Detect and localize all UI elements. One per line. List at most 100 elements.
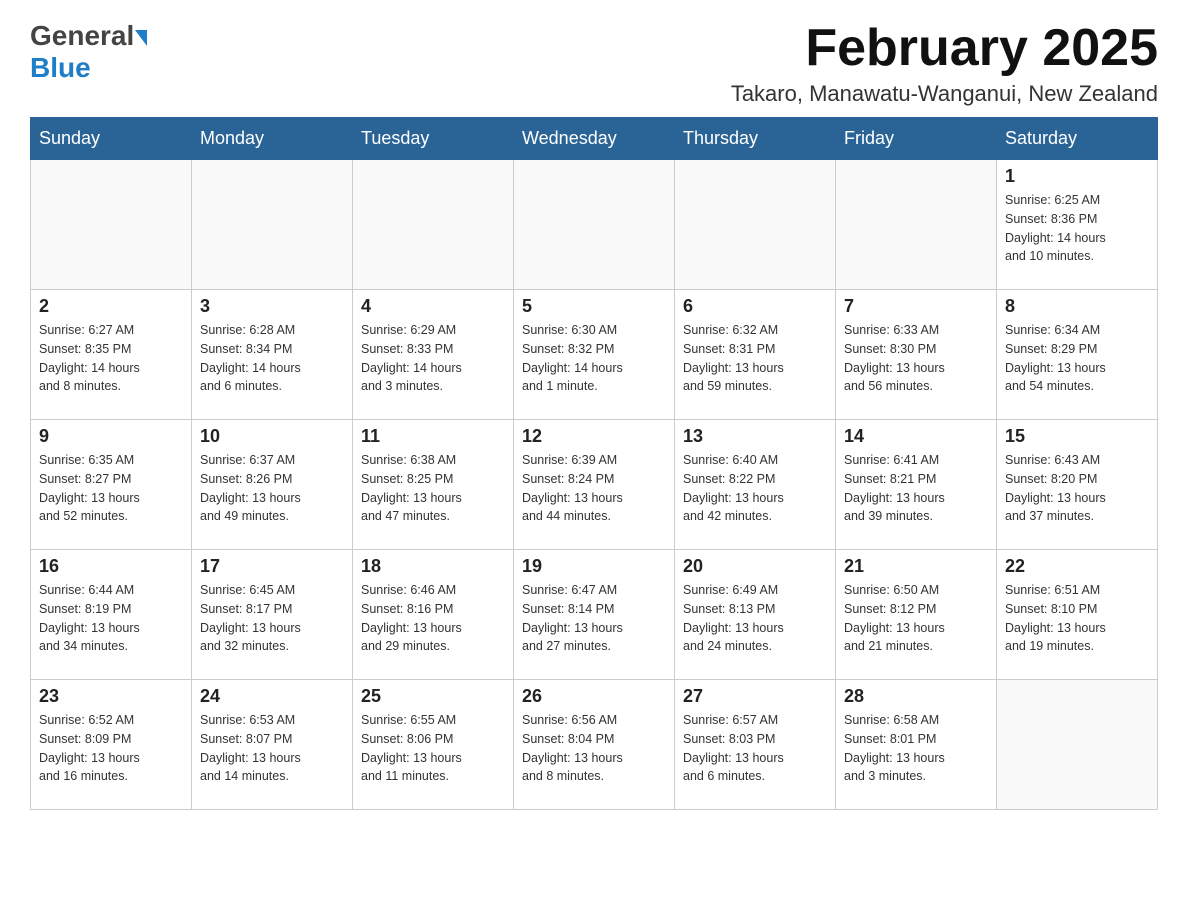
calendar-cell [836,160,997,290]
calendar-cell: 2 Sunrise: 6:27 AMSunset: 8:35 PMDaylight… [31,290,192,420]
day-number: 22 [1005,556,1149,577]
calendar-cell: 4 Sunrise: 6:29 AMSunset: 8:33 PMDaylight… [353,290,514,420]
day-number: 8 [1005,296,1149,317]
week-row-3: 9Sunrise: 6:35 AMSunset: 8:27 PMDaylight… [31,420,1158,550]
day-info: Sunrise: 6:56 AMSunset: 8:04 PMDaylight:… [522,711,666,786]
location-subtitle: Takaro, Manawatu-Wanganui, New Zealand [731,81,1158,107]
week-row-4: 16 Sunrise: 6:44 AMSunset: 8:19 PMDayligh… [31,550,1158,680]
day-info: Sunrise: 6:57 AMSunset: 8:03 PMDaylight:… [683,711,827,786]
day-info: Sunrise: 6:43 AMSunset: 8:20 PMDaylight:… [1005,451,1149,526]
day-number: 1 [1005,166,1149,187]
day-number: 28 [844,686,988,707]
day-info: Sunrise: 6:35 AMSunset: 8:27 PMDaylight:… [39,451,183,526]
day-number: 15 [1005,426,1149,447]
calendar-header: SundayMondayTuesdayWednesdayThursdayFrid… [31,118,1158,160]
day-number: 5 [522,296,666,317]
calendar-cell: 18 Sunrise: 6:46 AMSunset: 8:16 PMDayligh… [353,550,514,680]
days-of-week-row: SundayMondayTuesdayWednesdayThursdayFrid… [31,118,1158,160]
day-number: 11 [361,426,505,447]
day-number: 20 [683,556,827,577]
calendar-cell: 17 Sunrise: 6:45 AMSunset: 8:17 PMDayligh… [192,550,353,680]
day-number: 3 [200,296,344,317]
day-number: 18 [361,556,505,577]
logo-triangle-icon [135,30,147,46]
day-info: Sunrise: 6:38 AMSunset: 8:25 PMDaylight:… [361,451,505,526]
day-number: 24 [200,686,344,707]
calendar-cell: 8 Sunrise: 6:34 AMSunset: 8:29 PMDaylight… [997,290,1158,420]
day-info: Sunrise: 6:44 AMSunset: 8:19 PMDaylight:… [39,581,183,656]
title-block: February 2025 Takaro, Manawatu-Wanganui,… [731,20,1158,107]
calendar-cell: 5 Sunrise: 6:30 AMSunset: 8:32 PMDaylight… [514,290,675,420]
day-header-tuesday: Tuesday [353,118,514,160]
week-row-2: 2 Sunrise: 6:27 AMSunset: 8:35 PMDaylight… [31,290,1158,420]
calendar-cell: 20Sunrise: 6:49 AMSunset: 8:13 PMDayligh… [675,550,836,680]
day-header-friday: Friday [836,118,997,160]
logo-general-text: General [30,20,134,52]
calendar-cell: 21 Sunrise: 6:50 AMSunset: 8:12 PMDayligh… [836,550,997,680]
day-number: 13 [683,426,827,447]
day-number: 14 [844,426,988,447]
calendar-cell: 26 Sunrise: 6:56 AMSunset: 8:04 PMDayligh… [514,680,675,810]
day-info: Sunrise: 6:28 AMSunset: 8:34 PMDaylight:… [200,321,344,396]
calendar-cell: 9Sunrise: 6:35 AMSunset: 8:27 PMDaylight… [31,420,192,550]
day-number: 16 [39,556,183,577]
calendar-cell: 11 Sunrise: 6:38 AMSunset: 8:25 PMDayligh… [353,420,514,550]
day-info: Sunrise: 6:40 AMSunset: 8:22 PMDaylight:… [683,451,827,526]
calendar-cell: 28Sunrise: 6:58 AMSunset: 8:01 PMDayligh… [836,680,997,810]
day-number: 17 [200,556,344,577]
day-number: 4 [361,296,505,317]
calendar-cell [353,160,514,290]
logo: General Blue [30,20,147,84]
day-number: 27 [683,686,827,707]
day-info: Sunrise: 6:52 AMSunset: 8:09 PMDaylight:… [39,711,183,786]
calendar-cell: 12Sunrise: 6:39 AMSunset: 8:24 PMDayligh… [514,420,675,550]
calendar-cell: 24 Sunrise: 6:53 AMSunset: 8:07 PMDayligh… [192,680,353,810]
calendar-cell [514,160,675,290]
calendar-cell: 23 Sunrise: 6:52 AMSunset: 8:09 PMDayligh… [31,680,192,810]
day-info: Sunrise: 6:55 AMSunset: 8:06 PMDaylight:… [361,711,505,786]
day-header-wednesday: Wednesday [514,118,675,160]
day-info: Sunrise: 6:50 AMSunset: 8:12 PMDaylight:… [844,581,988,656]
day-number: 19 [522,556,666,577]
day-info: Sunrise: 6:29 AMSunset: 8:33 PMDaylight:… [361,321,505,396]
day-info: Sunrise: 6:34 AMSunset: 8:29 PMDaylight:… [1005,321,1149,396]
day-number: 25 [361,686,505,707]
day-number: 26 [522,686,666,707]
calendar-cell: 13 Sunrise: 6:40 AMSunset: 8:22 PMDayligh… [675,420,836,550]
calendar-cell: 16 Sunrise: 6:44 AMSunset: 8:19 PMDayligh… [31,550,192,680]
calendar-cell [192,160,353,290]
day-info: Sunrise: 6:30 AMSunset: 8:32 PMDaylight:… [522,321,666,396]
day-number: 7 [844,296,988,317]
day-info: Sunrise: 6:46 AMSunset: 8:16 PMDaylight:… [361,581,505,656]
week-row-1: 1 Sunrise: 6:25 AMSunset: 8:36 PMDaylight… [31,160,1158,290]
calendar-cell [675,160,836,290]
month-title: February 2025 [731,20,1158,77]
calendar-cell [31,160,192,290]
week-row-5: 23 Sunrise: 6:52 AMSunset: 8:09 PMDayligh… [31,680,1158,810]
day-info: Sunrise: 6:37 AMSunset: 8:26 PMDaylight:… [200,451,344,526]
day-info: Sunrise: 6:33 AMSunset: 8:30 PMDaylight:… [844,321,988,396]
calendar-cell: 15 Sunrise: 6:43 AMSunset: 8:20 PMDayligh… [997,420,1158,550]
logo-blue-text: Blue [30,52,91,83]
day-number: 2 [39,296,183,317]
calendar-cell: 1 Sunrise: 6:25 AMSunset: 8:36 PMDaylight… [997,160,1158,290]
calendar-cell: 10 Sunrise: 6:37 AMSunset: 8:26 PMDayligh… [192,420,353,550]
calendar-cell: 3 Sunrise: 6:28 AMSunset: 8:34 PMDaylight… [192,290,353,420]
calendar-cell: 19Sunrise: 6:47 AMSunset: 8:14 PMDayligh… [514,550,675,680]
day-info: Sunrise: 6:53 AMSunset: 8:07 PMDaylight:… [200,711,344,786]
day-number: 10 [200,426,344,447]
day-header-saturday: Saturday [997,118,1158,160]
day-info: Sunrise: 6:25 AMSunset: 8:36 PMDaylight:… [1005,191,1149,266]
day-info: Sunrise: 6:39 AMSunset: 8:24 PMDaylight:… [522,451,666,526]
day-info: Sunrise: 6:32 AMSunset: 8:31 PMDaylight:… [683,321,827,396]
day-info: Sunrise: 6:45 AMSunset: 8:17 PMDaylight:… [200,581,344,656]
calendar-cell: 27 Sunrise: 6:57 AMSunset: 8:03 PMDayligh… [675,680,836,810]
day-header-thursday: Thursday [675,118,836,160]
day-info: Sunrise: 6:27 AMSunset: 8:35 PMDaylight:… [39,321,183,396]
day-number: 23 [39,686,183,707]
day-info: Sunrise: 6:41 AMSunset: 8:21 PMDaylight:… [844,451,988,526]
day-number: 21 [844,556,988,577]
day-info: Sunrise: 6:51 AMSunset: 8:10 PMDaylight:… [1005,581,1149,656]
day-header-monday: Monday [192,118,353,160]
calendar-cell [997,680,1158,810]
